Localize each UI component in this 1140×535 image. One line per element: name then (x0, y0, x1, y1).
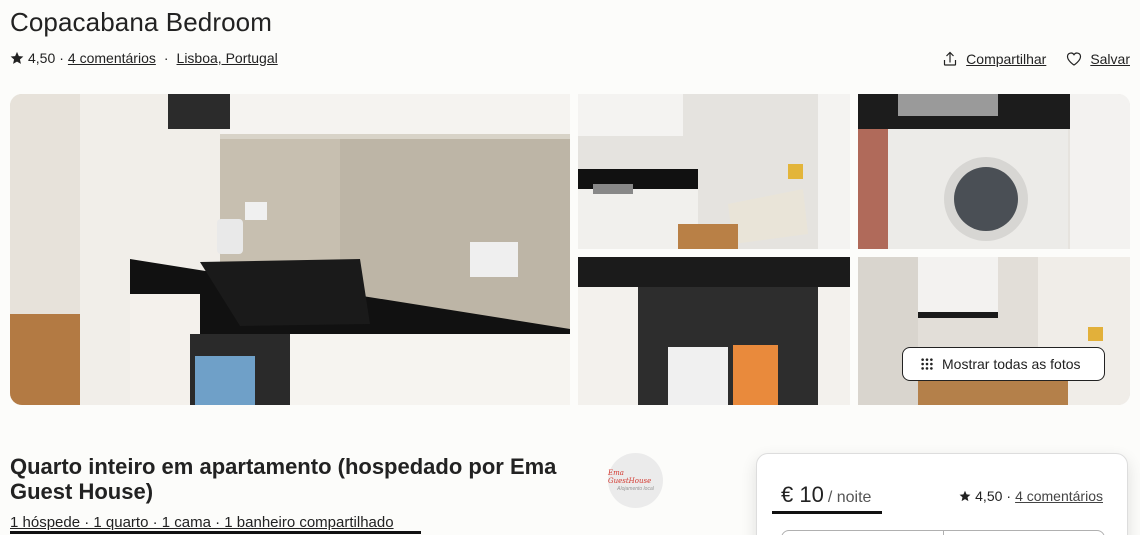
listing-meta: 4,50 · 4 comentários · Lisboa, Portugal (10, 49, 278, 67)
star-icon (10, 51, 24, 64)
location-link[interactable]: Lisboa, Portugal (177, 50, 278, 66)
booking-rating-value: 4,50 (975, 488, 1003, 504)
save-button[interactable]: Salvar (1066, 51, 1130, 67)
photo-oven[interactable] (578, 257, 850, 405)
star-icon (959, 490, 971, 502)
price: € 10 / noite (781, 482, 871, 508)
photo-washing-machine[interactable] (858, 94, 1130, 249)
price-unit: / noite (827, 489, 872, 506)
listing-title: Copacabana Bedroom (10, 7, 272, 37)
photo-kitchen-overview[interactable] (578, 94, 850, 249)
booking-card: € 10 / noite 4,50 · 4 comentários (756, 453, 1128, 535)
show-all-label: Mostrar todas as fotos (942, 356, 1081, 372)
separator-dot: · (163, 50, 169, 66)
price-underline (772, 511, 882, 514)
share-button[interactable]: Compartilhar (942, 51, 1046, 67)
host-avatar-logo-text: Ema GuestHouse (608, 469, 652, 485)
host-avatar[interactable]: Ema GuestHouse Alojamento local (608, 453, 663, 508)
listing-rating: 4,50 (28, 50, 56, 66)
share-icon (944, 51, 957, 66)
photo-kitchen-counter[interactable] (10, 94, 570, 405)
heart-icon (1067, 52, 1082, 66)
separator-dot: · (59, 50, 64, 66)
price-amount: € 10 (781, 482, 824, 507)
host-avatar-subtext: Alojamento local (617, 486, 654, 492)
share-label: Compartilhar (966, 51, 1047, 67)
show-all-photos-button[interactable]: Mostrar todas as fotos (902, 347, 1105, 381)
details-underline (10, 531, 421, 534)
listing-heading: Quarto inteiro em apartamento (hospedado… (10, 454, 557, 504)
separator-dot: · (1006, 488, 1012, 504)
save-label: Salvar (1090, 51, 1130, 67)
date-picker[interactable] (781, 530, 1105, 535)
listing-actions: Compartilhar Salvar (942, 49, 1130, 69)
booking-rating: 4,50 · 4 comentários (959, 488, 1103, 504)
photo-kitchen-corner[interactable] (858, 257, 1130, 405)
listing-details: 1 hóspede · 1 quarto · 1 cama · 1 banhei… (10, 514, 394, 531)
reviews-link[interactable]: 4 comentários (68, 50, 156, 66)
booking-reviews-link[interactable]: 4 comentários (1015, 488, 1103, 504)
grid-dots-icon (921, 358, 933, 370)
